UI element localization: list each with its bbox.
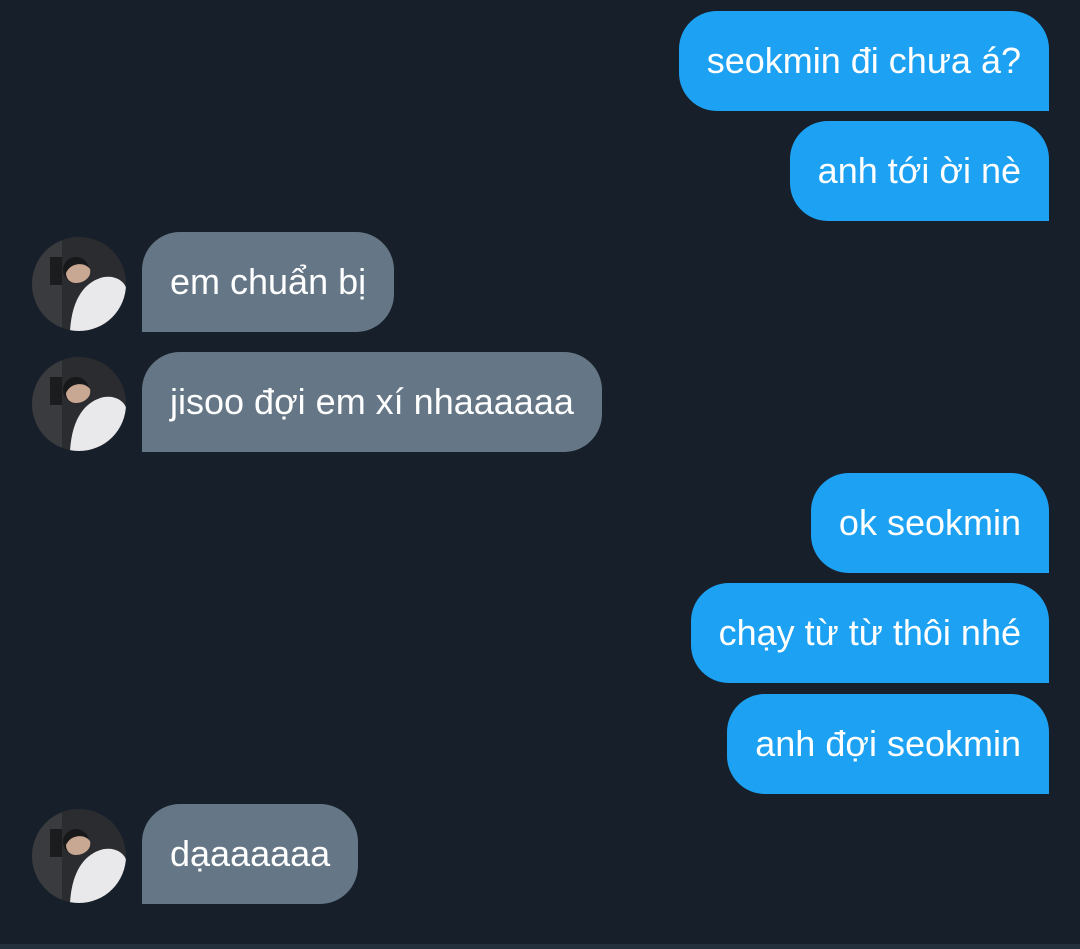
avatar-photo-icon [32, 357, 126, 451]
outgoing-message-bubble[interactable]: seokmin đi chưa á? [678, 11, 1049, 111]
incoming-message-bubble[interactable]: jisoo đợi em xí nhaaaaaa [142, 352, 602, 452]
outgoing-message-bubble[interactable]: ok seokmin [810, 473, 1049, 573]
message-row-outgoing: ok seokmin [0, 473, 1080, 573]
message-row-outgoing: chạy từ từ thôi nhé [0, 583, 1080, 683]
incoming-message-bubble[interactable]: dạaaaaaa [142, 804, 359, 904]
message-row-incoming: dạaaaaaa [0, 804, 1080, 904]
outgoing-message-bubble[interactable]: chạy từ từ thôi nhé [690, 583, 1049, 683]
message-row-outgoing: anh đợi seokmin [0, 694, 1080, 794]
message-row-incoming: jisoo đợi em xí nhaaaaaa [0, 352, 1080, 452]
avatar[interactable] [32, 237, 126, 331]
bottom-divider [0, 944, 1080, 949]
avatar-photo-icon [32, 237, 126, 331]
chat-thread: seokmin đi chưa á? anh tới ời nè em chuẩ… [0, 0, 1080, 949]
avatar[interactable] [32, 809, 126, 903]
message-row-outgoing: anh tới ời nè [0, 121, 1080, 221]
avatar[interactable] [32, 357, 126, 451]
message-row-outgoing: seokmin đi chưa á? [0, 11, 1080, 111]
outgoing-message-bubble[interactable]: anh đợi seokmin [727, 694, 1049, 794]
outgoing-message-bubble[interactable]: anh tới ời nè [789, 121, 1049, 221]
avatar-photo-icon [32, 809, 126, 903]
incoming-message-bubble[interactable]: em chuẩn bị [142, 232, 395, 332]
message-row-incoming: em chuẩn bị [0, 232, 1080, 332]
